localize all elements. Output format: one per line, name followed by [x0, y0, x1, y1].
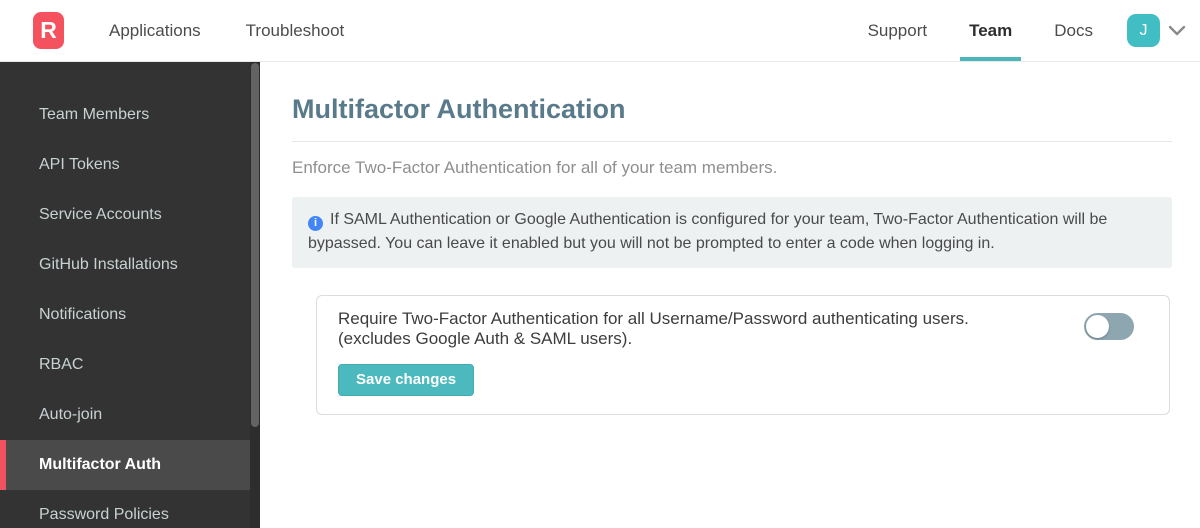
sidebar-item-team-members[interactable]: Team Members: [0, 90, 260, 140]
save-changes-button[interactable]: Save changes: [338, 364, 475, 396]
sidebar-item-password-policies[interactable]: Password Policies: [0, 490, 260, 528]
setting-label-line1: Require Two-Factor Authentication for al…: [338, 309, 969, 328]
mfa-toggle[interactable]: [1084, 313, 1134, 340]
sidebar-item-notifications[interactable]: Notifications: [0, 290, 260, 340]
title-divider: [292, 141, 1172, 142]
main-content: Multifactor Authentication Enforce Two-F…: [260, 62, 1200, 528]
nav-support[interactable]: Support: [868, 0, 928, 61]
sidebar-scrollbar-thumb[interactable]: [251, 63, 259, 427]
primary-nav: Applications Troubleshoot: [64, 0, 344, 61]
nav-troubleshoot[interactable]: Troubleshoot: [246, 0, 345, 61]
sidebar-item-service-accounts[interactable]: Service Accounts: [0, 190, 260, 240]
setting-label-line2: (excludes Google Auth & SAML users).: [338, 329, 633, 348]
nav-applications[interactable]: Applications: [109, 0, 201, 61]
mfa-toggle-knob: [1086, 315, 1109, 338]
sidebar-item-auto-join[interactable]: Auto-join: [0, 390, 260, 440]
app-logo[interactable]: R: [33, 12, 64, 49]
top-nav-bar: R Applications Troubleshoot Support Team…: [0, 0, 1200, 62]
chevron-down-icon[interactable]: [1168, 24, 1186, 61]
user-avatar[interactable]: J: [1127, 14, 1160, 47]
nav-docs[interactable]: Docs: [1054, 0, 1093, 61]
info-banner: i If SAML Authentication or Google Authen…: [292, 197, 1172, 268]
mfa-setting-card: Require Two-Factor Authentication for al…: [316, 295, 1170, 415]
page-description: Enforce Two-Factor Authentication for al…: [292, 158, 778, 177]
page-title: Multifactor Authentication: [292, 94, 626, 124]
sidebar-scrollbar-track: [250, 62, 260, 528]
settings-sidebar: Team Members API Tokens Service Accounts…: [0, 62, 260, 528]
sidebar-item-rbac[interactable]: RBAC: [0, 340, 260, 390]
sidebar-item-github-installations[interactable]: GitHub Installations: [0, 240, 260, 290]
user-avatar-initial: J: [1139, 21, 1148, 39]
info-icon: i: [308, 215, 323, 231]
sidebar-item-multifactor-auth[interactable]: Multifactor Auth: [0, 440, 260, 490]
nav-team[interactable]: Team: [960, 0, 1022, 61]
info-banner-text: If SAML Authentication or Google Authent…: [308, 211, 1108, 252]
sidebar-item-api-tokens[interactable]: API Tokens: [0, 140, 260, 190]
sidebar-menu: Team Members API Tokens Service Accounts…: [0, 62, 260, 528]
secondary-nav: Support Team Docs J: [826, 0, 1200, 61]
app-logo-letter: R: [40, 17, 57, 43]
